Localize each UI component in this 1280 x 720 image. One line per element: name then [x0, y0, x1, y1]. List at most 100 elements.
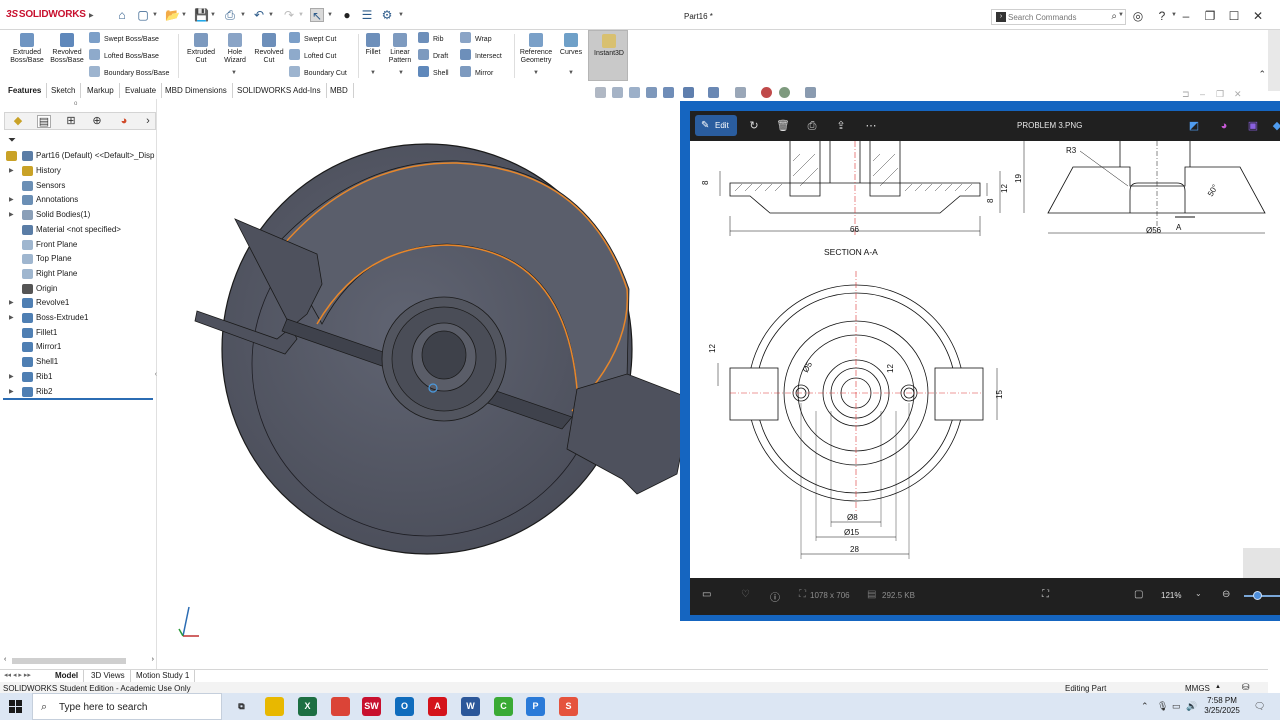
- tree-item-rib2[interactable]: ▶ Rib2: [0, 385, 156, 399]
- solidworks-logo[interactable]: 3SSOLIDWORKS: [6, 9, 86, 20]
- favorite-heart-icon[interactable]: ♡: [741, 589, 750, 600]
- more-options-icon[interactable]: ⋯: [864, 119, 878, 133]
- scroll-left-icon[interactable]: ‹: [4, 656, 6, 663]
- revolved-boss-button[interactable]: Revolved Boss/Base: [48, 33, 86, 65]
- paint-icon[interactable]: P: [526, 697, 545, 716]
- camtasia-icon[interactable]: C: [494, 697, 513, 716]
- options-dropdown-icon[interactable]: ▼: [398, 12, 404, 18]
- section-view-icon[interactable]: [646, 87, 657, 98]
- boundary-cut-button[interactable]: Boundary Cut: [289, 66, 347, 80]
- swept-cut-button[interactable]: Swept Cut: [289, 32, 336, 46]
- tab-evaluate[interactable]: Evaluate: [120, 83, 163, 98]
- file-explorer-icon[interactable]: [265, 697, 284, 716]
- close-icon[interactable]: ✕: [1250, 8, 1266, 24]
- curves-dropdown-icon[interactable]: ▼: [568, 70, 574, 76]
- viewer-restore-icon[interactable]: ⊐: [1182, 89, 1190, 100]
- dimxpert-manager-tab-icon[interactable]: ⊕: [90, 115, 104, 128]
- search-commands-box[interactable]: › ⌕: [991, 9, 1126, 25]
- pane-grip[interactable]: o: [74, 101, 77, 107]
- save-icon[interactable]: 💾: [194, 8, 209, 22]
- tree-item-top-plane[interactable]: Top Plane: [0, 252, 156, 266]
- extruded-boss-button[interactable]: Extruded Boss/Base: [8, 33, 46, 65]
- taskbar-search[interactable]: ⌕ Type here to search: [32, 693, 222, 720]
- tree-item-annotations[interactable]: ▶ Annotations: [0, 193, 156, 207]
- wrap-button[interactable]: Wrap: [460, 32, 492, 46]
- expand-arrow-icon[interactable]: ▶: [9, 311, 14, 325]
- tree-item-shell1[interactable]: Shell1: [0, 355, 156, 369]
- microphone-icon[interactable]: 🎙: [1157, 701, 1168, 712]
- acrobat-icon[interactable]: A: [428, 697, 447, 716]
- tree-item-solid-bodies-1[interactable]: ▶ Solid Bodies(1): [0, 208, 156, 222]
- edit-appearance-icon[interactable]: [761, 87, 772, 98]
- expand-arrow-icon[interactable]: ▶: [9, 296, 14, 310]
- chrome-icon[interactable]: [331, 697, 350, 716]
- property-manager-tab-icon[interactable]: ▤: [37, 115, 51, 128]
- word-icon[interactable]: W: [461, 697, 480, 716]
- select-dropdown-icon[interactable]: ▼: [327, 12, 333, 18]
- notifications-icon[interactable]: 🗨: [1254, 701, 1265, 712]
- excel-icon[interactable]: X: [298, 697, 317, 716]
- view-settings-icon[interactable]: [805, 87, 816, 98]
- home-icon[interactable]: ⌂: [115, 8, 129, 22]
- tree-item-sensors[interactable]: Sensors: [0, 179, 156, 193]
- curves-button[interactable]: Curves: [558, 33, 584, 57]
- new-dropdown-icon[interactable]: ▼: [152, 12, 158, 18]
- edit-button[interactable]: ✎ Edit: [695, 115, 737, 136]
- rib-button[interactable]: Rib: [418, 32, 444, 46]
- tab-motion-study[interactable]: Motion Study 1: [131, 670, 196, 682]
- more-tabs-chevron-icon[interactable]: ›: [141, 115, 155, 128]
- minimize-icon[interactable]: –: [1178, 8, 1194, 24]
- tab-markup[interactable]: Markup: [82, 83, 120, 98]
- print-dropdown-icon[interactable]: ▼: [240, 12, 246, 18]
- fillet-button[interactable]: Fillet: [360, 33, 386, 57]
- viewer-maximize-icon[interactable]: ❐: [1216, 89, 1224, 100]
- expand-arrow-icon[interactable]: ▶: [9, 370, 14, 384]
- windows-start-icon[interactable]: [9, 700, 22, 713]
- search-dropdown-icon[interactable]: ▼: [1118, 12, 1124, 18]
- tree-item-history[interactable]: ▶ History: [0, 164, 156, 178]
- clock[interactable]: 7:58 PM 3/25/2025: [1196, 696, 1248, 716]
- solidworks-icon[interactable]: SW: [362, 697, 381, 716]
- tab-mbd-dimensions[interactable]: MBD Dimensions: [160, 83, 233, 98]
- display-manager-tab-icon[interactable]: ◕: [117, 115, 131, 128]
- snip-icon[interactable]: S: [559, 697, 578, 716]
- filmstrip-icon[interactable]: ▭: [702, 589, 711, 600]
- fillet-dropdown-icon[interactable]: ▼: [370, 70, 376, 76]
- draft-button[interactable]: Draft: [418, 49, 448, 63]
- tree-horizontal-scrollbar[interactable]: ‹ ›: [4, 656, 154, 666]
- undo-icon[interactable]: ↶: [252, 8, 266, 22]
- fit-to-window-icon[interactable]: ▢: [1134, 589, 1143, 600]
- select-pointer-icon[interactable]: ↖: [310, 8, 324, 23]
- expand-arrow-icon[interactable]: ▶: [9, 193, 14, 207]
- zoom-level[interactable]: 121%: [1161, 591, 1181, 600]
- tree-item-boss-extrude1[interactable]: ▶ Boss-Extrude1: [0, 311, 156, 325]
- designer-icon[interactable]: ◩: [1187, 119, 1201, 133]
- revolved-cut-button[interactable]: Revolved Cut: [250, 33, 288, 65]
- save-dropdown-icon[interactable]: ▼: [210, 12, 216, 18]
- tab-solidworks-addins[interactable]: SOLIDWORKS Add-Ins: [232, 83, 327, 98]
- extra-app-icon[interactable]: ◆: [1270, 119, 1280, 133]
- tab-sketch[interactable]: Sketch: [46, 83, 82, 98]
- tab-mbd[interactable]: MBD: [325, 83, 354, 98]
- dynamic-annotation-icon[interactable]: [663, 87, 674, 98]
- hole-wizard-button[interactable]: Hole Wizard: [216, 33, 254, 65]
- extruded-cut-button[interactable]: Extruded Cut: [182, 33, 220, 65]
- new-document-icon[interactable]: ▢: [136, 8, 150, 22]
- tree-item-revolve1[interactable]: ▶ Revolve1: [0, 296, 156, 310]
- redo-dropdown-icon[interactable]: ▼: [298, 12, 304, 18]
- tree-item-material-not-specified[interactable]: Material <not specified>: [0, 223, 156, 237]
- intersect-button[interactable]: Intersect: [460, 49, 502, 63]
- display-style-icon[interactable]: [708, 87, 719, 98]
- redo-icon[interactable]: ↷: [282, 8, 296, 22]
- rotate-icon[interactable]: ↻: [747, 119, 761, 133]
- feature-manager-tab-icon[interactable]: ◆: [11, 115, 25, 128]
- zoom-out-icon[interactable]: ⊖: [1222, 589, 1230, 600]
- lofted-cut-button[interactable]: Lofted Cut: [289, 49, 336, 63]
- delete-icon[interactable]: 🗑: [776, 119, 790, 133]
- tree-root[interactable]: Part16 (Default) <<Default>_Disp: [0, 149, 156, 163]
- tab-3d-views[interactable]: 3D Views: [86, 670, 131, 682]
- print-icon[interactable]: ⎙: [223, 8, 237, 22]
- expand-arrow-icon[interactable]: ▶: [9, 385, 14, 399]
- help-dropdown-icon[interactable]: ▼: [1171, 12, 1177, 18]
- search-commands-input[interactable]: [1008, 12, 1098, 23]
